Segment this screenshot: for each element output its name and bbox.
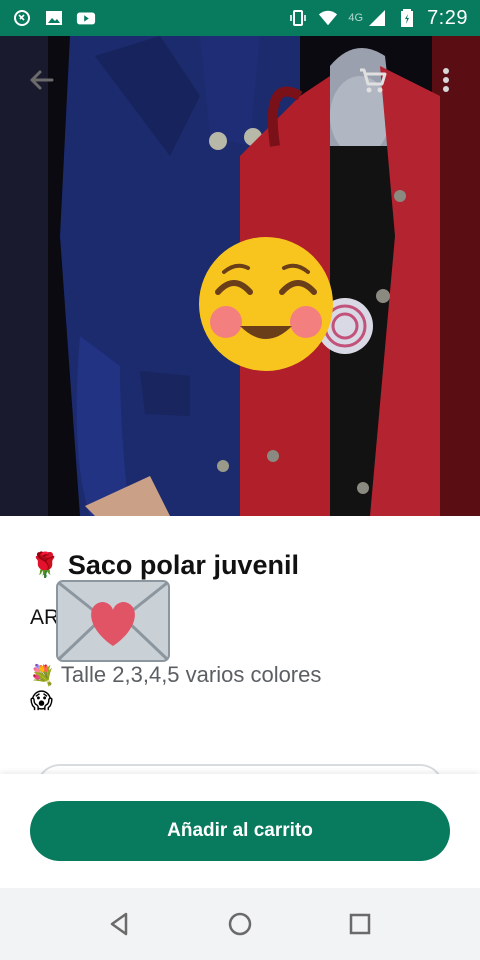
rose-emoji-icon: 🌹	[30, 552, 60, 579]
whatsapp-business-icon	[12, 8, 32, 28]
love-letter-icon	[56, 580, 170, 662]
arrow-left-icon	[30, 70, 54, 90]
wifi-icon	[318, 8, 338, 28]
product-title: 🌹 Saco polar juvenil	[30, 550, 299, 581]
blushing-emoji-icon	[199, 237, 333, 371]
youtube-icon	[76, 8, 96, 28]
nav-recents-icon	[349, 913, 371, 935]
product-price: AR	[30, 606, 60, 629]
nav-back-icon	[110, 912, 128, 936]
more-options-button[interactable]	[430, 60, 462, 100]
cart-button[interactable]	[352, 60, 392, 100]
clock: 7:29	[427, 6, 468, 29]
battery-icon	[397, 8, 417, 28]
image-icon	[44, 8, 64, 28]
status-bar: 4G 7:29	[0, 0, 480, 36]
nav-home-icon	[228, 912, 252, 936]
network-type: 4G	[348, 12, 364, 24]
bouquet-emoji-icon: 💐	[30, 664, 55, 687]
product-title-text: Saco polar juvenil	[67, 550, 299, 580]
cart-icon	[360, 68, 387, 93]
screaming-emoji-icon: 😱	[30, 688, 53, 713]
product-details: 🌹 Saco polar juvenil AR 💐 Talle 2,3,4,5 …	[0, 516, 480, 794]
product-description: 💐 Talle 2,3,4,5 varios colores	[30, 662, 321, 688]
cart-action-bar: Añadir al carrito	[0, 774, 480, 888]
system-navigation-bar	[0, 888, 480, 960]
image-toolbar	[0, 36, 480, 120]
nav-home-button[interactable]	[224, 908, 256, 940]
product-description-text: Talle 2,3,4,5 varios colores	[60, 662, 322, 687]
nav-recents-button[interactable]	[344, 908, 376, 940]
more-vert-icon	[443, 68, 449, 92]
vibrate-icon	[288, 8, 308, 28]
back-button[interactable]	[22, 60, 62, 100]
signal-icon	[367, 8, 387, 28]
nav-back-button[interactable]	[104, 908, 136, 940]
add-to-cart-button[interactable]: Añadir al carrito	[30, 801, 450, 861]
